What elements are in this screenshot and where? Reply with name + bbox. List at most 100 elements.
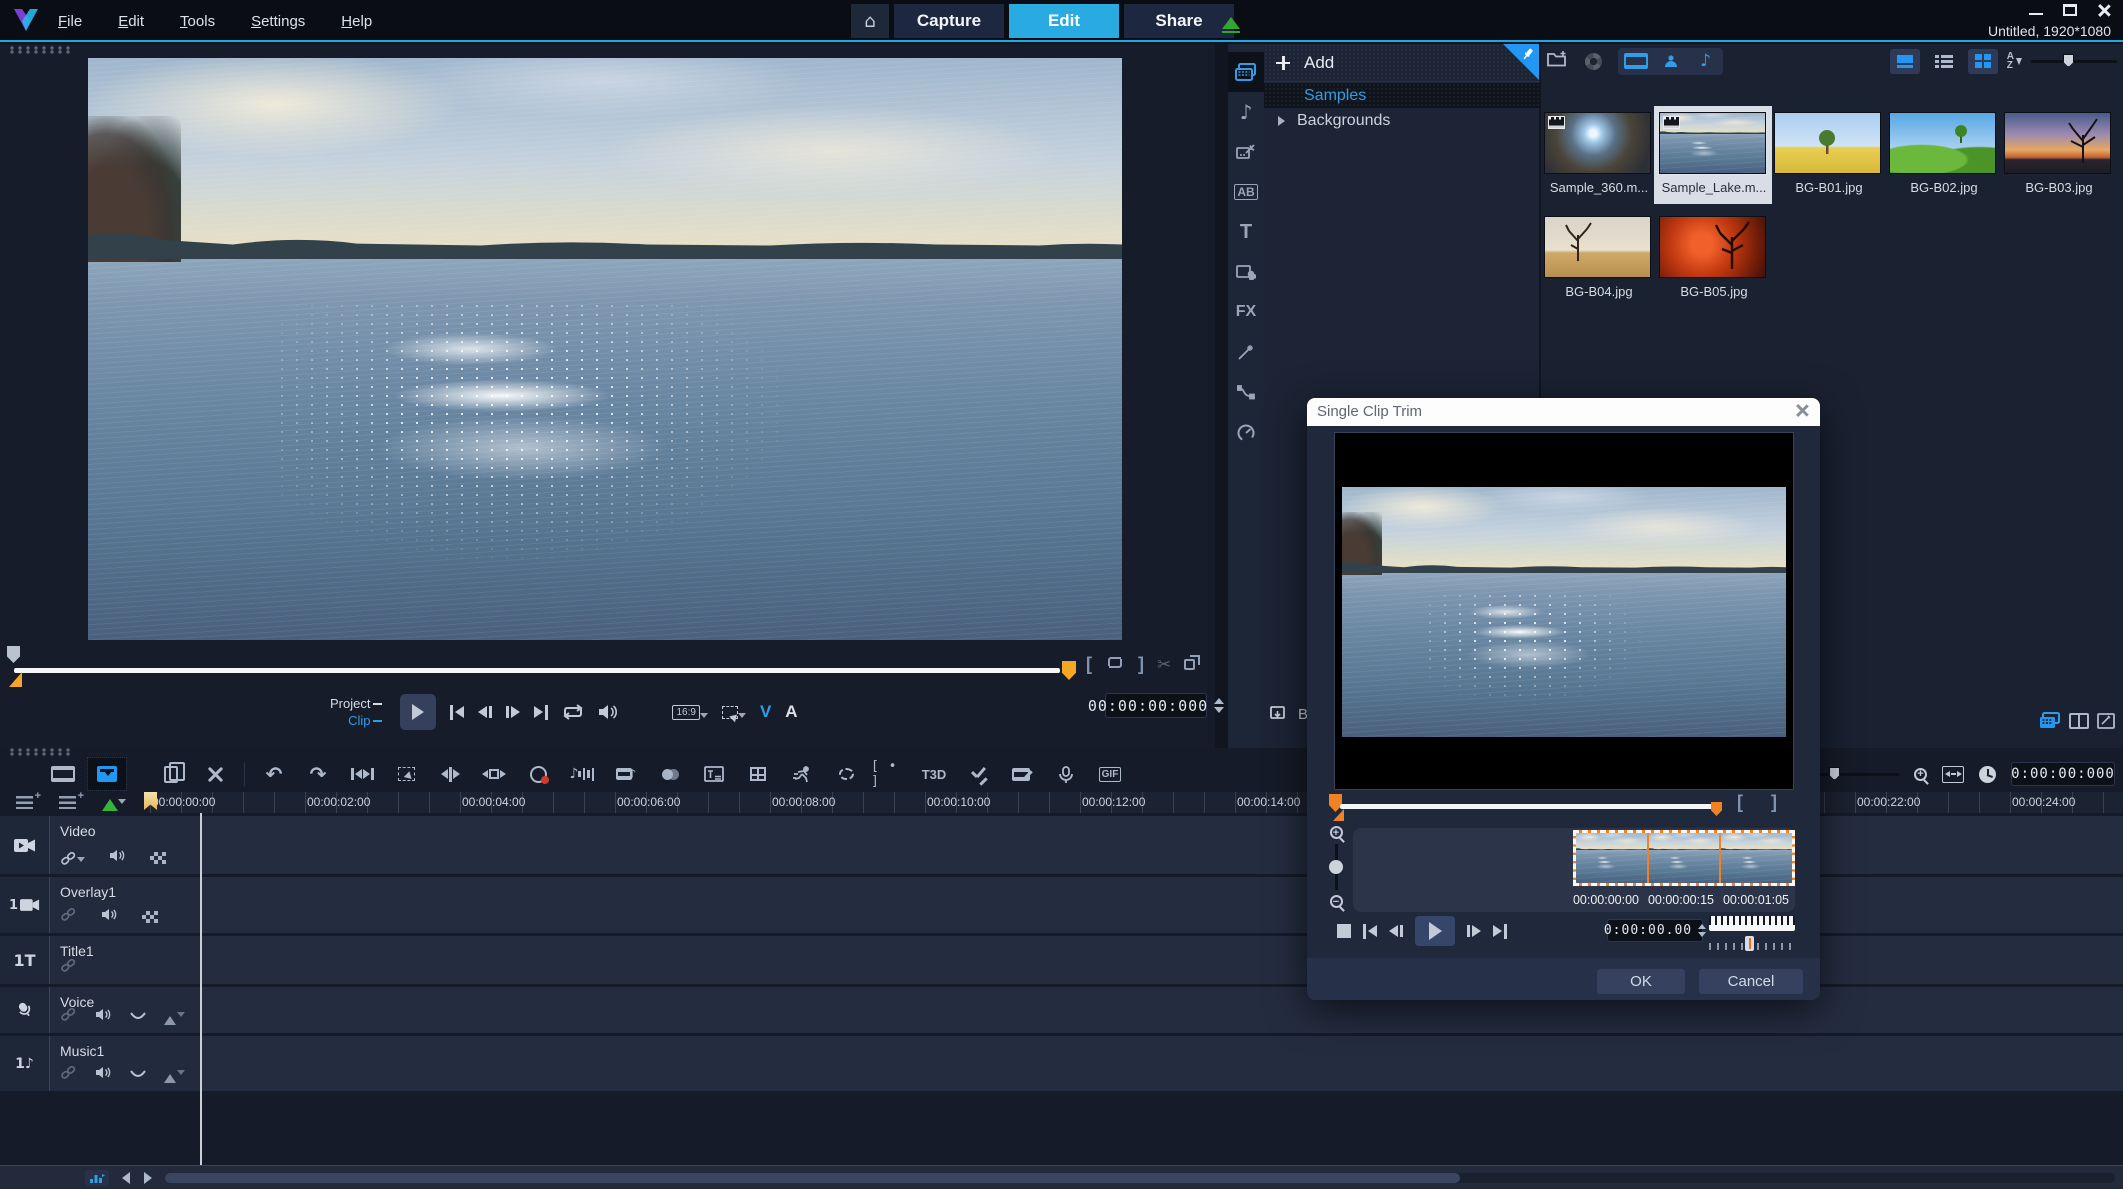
library-panel-icon[interactable] [2039, 712, 2061, 734]
trim-end-handle[interactable] [1062, 661, 1076, 680]
view-grid-button[interactable] [1968, 49, 1998, 74]
panel-drag-handle[interactable] [8, 748, 72, 756]
close-button[interactable] [2097, 4, 2111, 16]
ripple-edit-icon[interactable] [102, 795, 126, 811]
selection-tool-select[interactable] [722, 706, 746, 719]
scroll-right-button[interactable] [144, 1172, 152, 1184]
dialog-timecode[interactable]: 0:00:00.00 [1607, 919, 1703, 942]
menu-settings[interactable]: Settings [251, 13, 305, 30]
link-toggle[interactable] [60, 1066, 77, 1084]
gif-creator-button[interactable]: GIF [1091, 758, 1129, 790]
thumbnail-size-slider[interactable] [2031, 54, 2117, 68]
speech-to-text-button[interactable] [1047, 758, 1085, 790]
aspect-ratio-select[interactable]: 16:9 [672, 705, 707, 720]
volume-icon[interactable] [598, 704, 618, 720]
media-item-bgb04[interactable]: BG-B04.jpg [1544, 216, 1654, 299]
transitions-tab[interactable]: AB [1228, 172, 1264, 212]
audio-library-tab[interactable]: ♪ [1228, 92, 1264, 132]
menu-file[interactable]: File [58, 13, 82, 30]
timecode-spinner[interactable] [1698, 924, 1706, 937]
fade-icon[interactable] [164, 1010, 185, 1025]
link-toggle[interactable] [60, 908, 77, 926]
cancel-button[interactable]: Cancel [1699, 969, 1803, 994]
view-thumbnail-button[interactable] [1890, 49, 1920, 74]
filters-tab[interactable]: FX [1228, 292, 1264, 332]
mute-toggle[interactable] [109, 849, 126, 867]
mode-clip[interactable]: Clip [330, 713, 382, 728]
split-clip-scissors-icon[interactable]: ✂ [1157, 655, 1171, 675]
copy-attributes-button[interactable] [152, 758, 190, 790]
columns-view-icon[interactable] [2069, 713, 2089, 734]
fit-project-button[interactable] [343, 758, 381, 790]
menu-tools[interactable]: Tools [180, 13, 215, 30]
dialog-zoom-slider[interactable] [1329, 844, 1343, 890]
tab-share[interactable]: Share [1124, 4, 1234, 38]
zoom-in-icon[interactable]: + [1914, 768, 1927, 781]
trim-loop-icon[interactable] [1105, 655, 1125, 675]
media-item-bgb02[interactable]: BG-B02.jpg [1889, 112, 1999, 195]
trim-start-handle[interactable] [9, 672, 22, 687]
track-music1-lane[interactable] [202, 1036, 2123, 1091]
category-backgrounds[interactable]: Backgrounds [1264, 108, 1540, 133]
undo-button[interactable]: ↶ [255, 758, 293, 790]
menu-help[interactable]: Help [341, 13, 372, 30]
graphics-tab[interactable] [1228, 252, 1264, 292]
speed-tab[interactable] [1228, 412, 1264, 452]
dialog-trim-end-handle[interactable] [1711, 802, 1722, 816]
add-track-icon[interactable] [59, 796, 76, 809]
sort-button[interactable]: AZ [2007, 52, 2022, 70]
previous-frame-button[interactable] [1389, 925, 1403, 937]
menu-edit[interactable]: Edit [118, 13, 144, 30]
tab-capture[interactable]: Capture [894, 4, 1004, 38]
repeat-icon[interactable] [562, 704, 584, 720]
voice-track-icon[interactable] [0, 987, 50, 1033]
duration-clock-icon[interactable] [1979, 766, 1996, 783]
ducking-icon[interactable] [130, 1008, 146, 1026]
audio-toggle[interactable]: A [785, 702, 797, 722]
instant-project-tab[interactable] [1228, 132, 1264, 172]
titles-tab[interactable]: T [1228, 212, 1264, 252]
capture-aperture-icon[interactable] [1585, 53, 1602, 70]
category-samples[interactable]: Samples [1264, 83, 1540, 108]
transition-button[interactable] [651, 758, 689, 790]
video-track-icon[interactable] [0, 816, 50, 874]
track-title1-lane[interactable] [202, 936, 2123, 984]
overlay-track-icon[interactable]: 1 [0, 877, 50, 933]
previous-frame-button[interactable] [478, 706, 492, 718]
maximize-button[interactable] [2063, 4, 2077, 16]
play-button[interactable] [400, 694, 436, 730]
add-folder-row[interactable]: Add [1264, 44, 1540, 82]
mask-creator-button[interactable] [827, 758, 865, 790]
mute-toggle[interactable] [95, 1066, 112, 1084]
jog-wheel[interactable] [1709, 916, 1795, 931]
music-track-icon[interactable]: 1♪ [0, 1036, 50, 1091]
video-toggle[interactable]: V [760, 702, 771, 722]
mark-out-button[interactable]: ] [1138, 654, 1144, 675]
check-edit-button[interactable] [959, 758, 997, 790]
subtitle-editor-button[interactable] [695, 758, 733, 790]
preview-playhead[interactable] [7, 646, 20, 663]
split-screen-template-button[interactable] [739, 758, 777, 790]
panel-drag-handle[interactable] [8, 46, 72, 54]
dialog-clip-strip[interactable] [1573, 830, 1795, 886]
minimize-button[interactable] [2029, 6, 2043, 15]
next-frame-button[interactable] [506, 706, 520, 718]
mode-project[interactable]: Project [330, 696, 382, 711]
title-3d-button[interactable]: T3D [915, 758, 953, 790]
track-transparency-toggle[interactable] [142, 911, 158, 923]
trim-clip-button[interactable] [475, 758, 513, 790]
fit-timeline-icon[interactable] [1942, 766, 1964, 783]
ok-button[interactable]: OK [1597, 969, 1685, 994]
media-item-samplelake[interactable]: Sample_Lake.m... [1659, 112, 1769, 195]
redo-button[interactable]: ↷ [299, 758, 337, 790]
sound-mixer-button[interactable]: ♪ [563, 758, 601, 790]
horizontal-scrollbar-thumb[interactable] [165, 1173, 1460, 1183]
upload-arrow-icon[interactable] [1222, 8, 1240, 33]
track-transparency-toggle[interactable] [150, 852, 166, 864]
scroll-left-button[interactable] [122, 1172, 130, 1184]
zoom-in-icon[interactable]: + [1330, 826, 1343, 839]
go-to-start-button[interactable] [450, 705, 464, 720]
go-to-start-button[interactable] [1363, 924, 1377, 939]
dialog-playhead[interactable] [1329, 794, 1342, 812]
track-voice-lane[interactable] [202, 987, 2123, 1033]
